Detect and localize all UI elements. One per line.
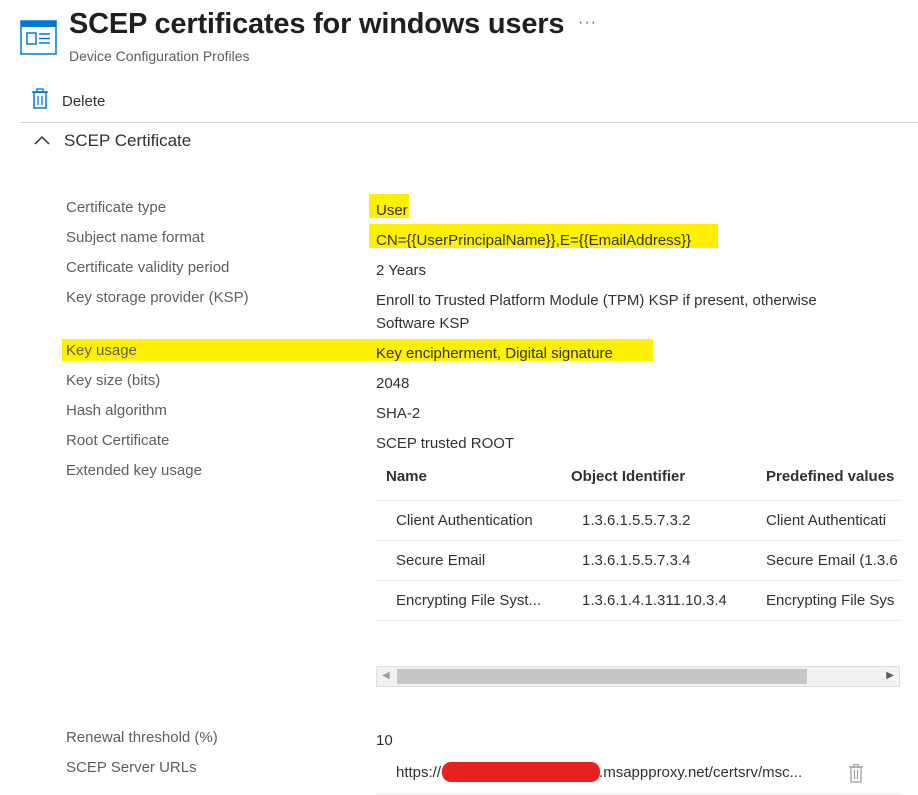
scep-certificate-section-toggle[interactable]: SCEP Certificate xyxy=(34,131,191,151)
property-row-key-usage: Key usage Key encipherment, Digital sign… xyxy=(0,338,918,364)
profile-icon xyxy=(20,20,57,55)
property-row-validity-period: Certificate validity period 2 Years xyxy=(0,255,918,281)
property-row-root-certificate: Root Certificate SCEP trusted ROOT xyxy=(0,428,918,454)
scep-url-prefix: https:// xyxy=(396,764,442,781)
property-label: Root Certificate xyxy=(66,432,170,449)
delete-button[interactable]: Delete xyxy=(30,88,105,115)
table-row[interactable]: Encrypting File Syst... 1.3.6.1.4.1.311.… xyxy=(376,580,900,620)
more-options-button[interactable]: ··· xyxy=(578,14,597,32)
table-cell-predefined: Encrypting File Sys xyxy=(766,592,895,609)
page-title: SCEP certificates for windows users xyxy=(69,8,565,40)
extended-key-usage-table: Name Object Identifier Predefined values… xyxy=(376,458,900,688)
table-cell-name: Secure Email xyxy=(396,552,486,569)
column-header-name[interactable]: Name xyxy=(386,468,427,485)
scroll-right-arrow-icon[interactable]: ▶ xyxy=(886,670,894,681)
table-row[interactable]: Client Authentication 1.3.6.1.5.5.7.3.2 … xyxy=(376,500,900,540)
scroll-left-arrow-icon[interactable]: ◀ xyxy=(382,670,390,681)
table-cell-oid: 1.3.6.1.4.1.311.10.3.4 xyxy=(582,592,727,609)
property-label: Key usage xyxy=(66,342,137,359)
property-row-hash-algorithm: Hash algorithm SHA-2 xyxy=(0,398,918,424)
property-value: SCEP trusted ROOT xyxy=(376,435,515,452)
property-row-certificate-type: Certificate type User xyxy=(0,195,918,221)
scep-url-suffix: .msappproxy.net/certsrv/msc... xyxy=(599,764,803,781)
trash-icon xyxy=(30,88,50,115)
property-label: Renewal threshold (%) xyxy=(66,729,218,746)
property-label: Key size (bits) xyxy=(66,372,161,389)
property-label: Key storage provider (KSP) xyxy=(66,289,249,306)
table-cell-predefined: Client Authenticati xyxy=(766,512,887,529)
redaction-mark xyxy=(442,762,600,782)
property-label: Extended key usage xyxy=(66,462,202,479)
scrollbar-thumb[interactable] xyxy=(397,669,807,684)
property-value: User xyxy=(376,202,408,219)
property-label: SCEP Server URLs xyxy=(66,759,197,776)
table-cell-oid: 1.3.6.1.5.5.7.3.2 xyxy=(582,512,691,529)
property-label: Certificate validity period xyxy=(66,259,230,276)
property-value: Key encipherment, Digital signature xyxy=(376,345,613,362)
chevron-up-icon xyxy=(34,132,50,150)
property-label: Hash algorithm xyxy=(66,402,167,419)
delete-button-label: Delete xyxy=(62,93,106,110)
property-value: 2048 xyxy=(376,375,410,392)
column-header-predefined-values[interactable]: Predefined values xyxy=(766,468,894,485)
property-value: Enroll to Trusted Platform Module (TPM) … xyxy=(376,292,817,309)
scep-url-row[interactable]: https:// .msappproxy.net/certsrv/msc... xyxy=(376,752,900,794)
property-value-line2: Software KSP xyxy=(376,315,470,332)
table-cell-name: Encrypting File Syst... xyxy=(396,592,542,609)
property-row-renewal-threshold: Renewal threshold (%) 10 xyxy=(0,725,918,751)
property-row-key-size: Key size (bits) 2048 xyxy=(0,368,918,394)
property-row-subject-name-format: Subject name format CN={{UserPrincipalNa… xyxy=(0,225,918,251)
property-label: Subject name format xyxy=(66,229,205,246)
table-bottom-border xyxy=(376,620,900,621)
table-cell-oid: 1.3.6.1.5.5.7.3.4 xyxy=(582,552,691,569)
table-cell-name: Client Authentication xyxy=(396,512,533,529)
table-row[interactable]: Secure Email 1.3.6.1.5.5.7.3.4 Secure Em… xyxy=(376,540,900,580)
section-title: SCEP Certificate xyxy=(64,131,192,150)
column-header-object-identifier[interactable]: Object Identifier xyxy=(571,468,685,485)
delete-url-trash-icon[interactable] xyxy=(848,764,864,788)
table-cell-predefined: Secure Email (1.3.6 xyxy=(766,552,898,569)
page-subtitle: Device Configuration Profiles xyxy=(69,48,250,64)
property-value: 10 xyxy=(376,732,393,749)
property-value: CN={{UserPrincipalName}},E={{EmailAddres… xyxy=(376,232,692,249)
property-value: SHA-2 xyxy=(376,405,421,422)
property-row-ksp: Key storage provider (KSP) Enroll to Tru… xyxy=(0,285,918,333)
property-label: Certificate type xyxy=(66,199,167,216)
toolbar-divider xyxy=(20,122,918,123)
property-value: 2 Years xyxy=(376,262,427,279)
horizontal-scrollbar[interactable]: ◀ ▶ xyxy=(376,666,900,687)
